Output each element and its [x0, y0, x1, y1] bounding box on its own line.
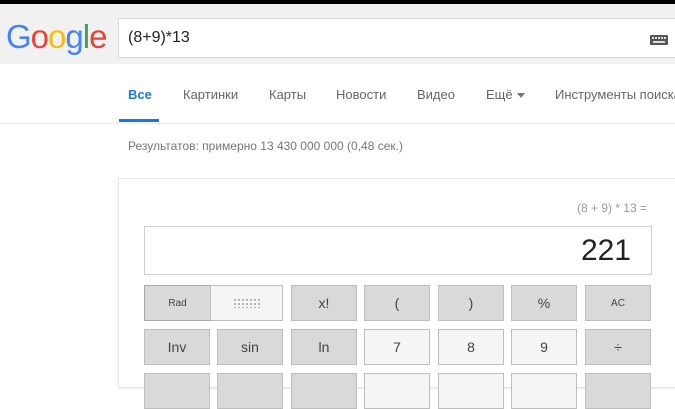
deg-button[interactable]: [210, 285, 283, 321]
search-tabs: Все Картинки Карты Новости Видео Ещё Инс…: [0, 64, 675, 124]
calculator-history: (8 + 9) * 13 =: [576, 201, 647, 215]
tab-more[interactable]: Ещё: [486, 87, 525, 102]
keyboard-icon[interactable]: [650, 35, 668, 45]
logo-letter-g: G: [6, 18, 32, 55]
tab-search-tools[interactable]: Инструменты поиска: [555, 87, 675, 102]
percent-button[interactable]: %: [511, 285, 577, 321]
tab-maps[interactable]: Карты: [269, 87, 306, 102]
calculator-button-partial[interactable]: [364, 373, 430, 409]
sin-button[interactable]: sin: [217, 329, 283, 365]
digit-9-button[interactable]: 9: [511, 329, 577, 365]
ln-button[interactable]: ln: [291, 329, 357, 365]
results-stats: Результатов: примерно 13 430 000 000 (0,…: [128, 139, 403, 153]
tab-more-label: Ещё: [486, 87, 513, 102]
factorial-button[interactable]: x!: [291, 285, 357, 321]
logo-letter-e: e: [89, 18, 107, 55]
calculator-button-partial[interactable]: [585, 373, 651, 409]
search-input[interactable]: (8+9)*13: [118, 18, 675, 58]
inv-button[interactable]: Inv: [144, 329, 210, 365]
logo-letter-g2: g: [65, 18, 83, 55]
calculator-button-partial[interactable]: [511, 373, 577, 409]
open-paren-button[interactable]: (: [364, 285, 430, 321]
header: Google (8+9)*13: [0, 4, 675, 64]
logo-letter-o1: o: [30, 18, 49, 55]
rad-button[interactable]: Rad: [144, 285, 211, 321]
search-query[interactable]: (8+9)*13: [128, 29, 190, 47]
calculator-button-partial[interactable]: [438, 373, 504, 409]
active-tab-indicator: [119, 119, 159, 122]
calculator-button-partial[interactable]: [291, 373, 357, 409]
dropdown-caret-icon: [516, 93, 525, 99]
calculator-button-partial[interactable]: [144, 373, 210, 409]
logo-letter-o2: o: [48, 18, 66, 55]
tab-images[interactable]: Картинки: [183, 87, 238, 102]
divide-button[interactable]: ÷: [585, 329, 651, 365]
dots-icon: [232, 298, 261, 308]
close-paren-button[interactable]: ): [438, 285, 504, 321]
calculator-button-partial[interactable]: [217, 373, 283, 409]
tab-news[interactable]: Новости: [336, 87, 386, 102]
google-logo[interactable]: Google: [6, 18, 107, 56]
calculator-display: 221: [144, 226, 652, 275]
calculator-card: (8 + 9) * 13 = 221 Rad x! ( ) % AC Inv s…: [118, 178, 675, 409]
calculator-result: 221: [580, 234, 631, 267]
angle-mode-toggle[interactable]: Rad: [144, 285, 284, 321]
tab-video[interactable]: Видео: [417, 87, 455, 102]
digit-8-button[interactable]: 8: [438, 329, 504, 365]
digit-7-button[interactable]: 7: [364, 329, 430, 365]
ac-button[interactable]: AC: [585, 285, 651, 321]
tab-all[interactable]: Все: [128, 87, 152, 102]
